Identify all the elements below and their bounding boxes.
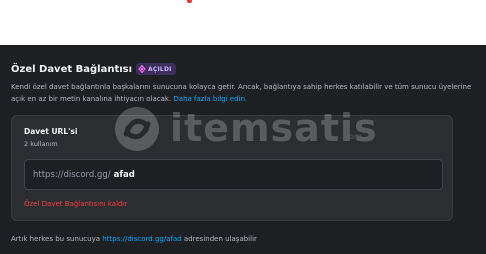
invite-usage-count: 2 kullanım xyxy=(24,140,58,148)
badge-label: AÇILDI xyxy=(148,65,172,73)
red-mark xyxy=(187,0,192,3)
unlocked-badge: AÇILDI xyxy=(136,63,176,75)
footer-note: Artık herkes bu sunucuya https://discord… xyxy=(11,235,257,243)
url-prefix: https://discord.gg/ xyxy=(33,169,111,180)
boost-gem-icon xyxy=(138,65,146,73)
url-code[interactable]: afad xyxy=(114,170,135,180)
invite-url-input[interactable]: https://discord.gg/ afad xyxy=(24,159,443,190)
section-description: Kendi özel davet bağlantınla başkalarını… xyxy=(11,81,477,105)
footer-text-after: adresinden ulaşabilir xyxy=(183,235,257,243)
invite-card: Davet URL'si 2 kullanım https://discord.… xyxy=(11,115,453,221)
footer-text-before: Artık herkes bu sunucuya xyxy=(11,235,101,243)
learn-more-link[interactable]: Daha fazla bilgi edin. xyxy=(173,95,247,103)
section-header: Özel Davet Bağlantısı AÇILDI xyxy=(11,62,176,76)
footer-invite-link[interactable]: https://discord.gg/afad xyxy=(102,235,181,243)
remove-invite-link[interactable]: Özel Davet Bağlantısını kaldır xyxy=(24,200,127,208)
invite-url-label: Davet URL'si xyxy=(24,127,78,136)
section-title: Özel Davet Bağlantısı xyxy=(11,63,133,75)
